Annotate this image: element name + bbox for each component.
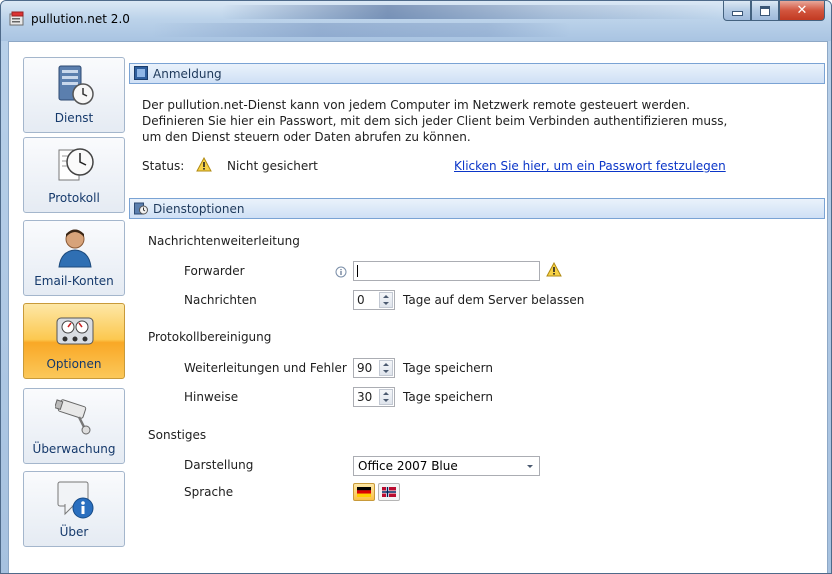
sidebar-item-label: Protokoll — [48, 191, 100, 205]
spin-arrows[interactable] — [379, 292, 393, 308]
log-clock-icon — [58, 148, 94, 181]
hinweise-stepper[interactable]: 30 — [353, 387, 395, 407]
heading-sonstiges: Sonstiges — [148, 428, 207, 442]
sidebar-item-label: Email-Konten — [34, 274, 114, 288]
login-icon — [134, 66, 148, 80]
darstellung-select[interactable]: Office 2007 Blue — [353, 456, 540, 476]
spin-down-icon[interactable] — [383, 302, 389, 305]
spin-arrows[interactable] — [379, 360, 393, 376]
server-clock-icon — [58, 65, 94, 105]
description-line-3: um den Dienst steuern oder Daten abrufen… — [142, 130, 471, 144]
darstellung-value: Office 2007 Blue — [358, 459, 458, 473]
section-title: Anmeldung — [153, 67, 222, 81]
sidebar: Dienst Protokoll Email-Konten Optionen Ü… — [9, 42, 129, 573]
section-title: Dienstoptionen — [153, 202, 245, 216]
heading-protokollbereinigung: Protokollbereinigung — [148, 330, 272, 344]
spin-arrows[interactable] — [379, 389, 393, 405]
heading-nachrichtenweiterleitung: Nachrichtenweiterleitung — [148, 234, 300, 248]
title-bar-glass — [221, 5, 721, 19]
close-button[interactable]: ✕ — [779, 1, 825, 21]
close-icon: ✕ — [796, 3, 808, 18]
status-label: Status: — [142, 159, 185, 173]
sidebar-item-label: Über — [59, 525, 89, 539]
title-bar-glass-lower — [151, 23, 571, 37]
maximize-button[interactable] — [751, 1, 779, 21]
minimize-button[interactable] — [723, 1, 751, 21]
user-icon — [58, 229, 92, 268]
service-options-icon — [134, 202, 148, 215]
set-password-link[interactable]: Klicken Sie hier, um ein Passwort festzu… — [454, 159, 726, 173]
client-area: Dienst Protokoll Email-Konten Optionen Ü… — [8, 41, 828, 573]
sidebar-item-ueber[interactable]: Über — [23, 471, 125, 547]
fehler-suffix: Tage speichern — [403, 361, 494, 375]
hinweise-suffix: Tage speichern — [403, 390, 494, 404]
camera-icon — [55, 399, 91, 435]
norwegian-flag-icon — [382, 487, 396, 497]
nachrichten-label: Nachrichten — [184, 293, 257, 307]
warning-icon — [546, 262, 562, 277]
main-content: Anmeldung Der pullution.net-Dienst kann … — [129, 42, 827, 573]
sidebar-item-protokoll[interactable]: Protokoll — [23, 137, 125, 213]
spin-down-icon[interactable] — [383, 370, 389, 373]
sidebar-item-label: Überwachung — [32, 442, 116, 456]
hinweise-value: 30 — [357, 390, 373, 404]
spin-up-icon[interactable] — [383, 392, 389, 395]
sprache-label: Sprache — [184, 485, 234, 499]
nachrichten-value: 0 — [357, 293, 365, 307]
app-icon[interactable] — [9, 11, 25, 27]
forwarder-input[interactable] — [353, 261, 540, 281]
chevron-down-icon[interactable] — [523, 459, 537, 473]
section-header-dienstoptionen: Dienstoptionen — [129, 198, 825, 219]
fehler-stepper[interactable]: 90 — [353, 358, 395, 378]
status-value: Nicht gesichert — [227, 159, 318, 173]
app-window: pullution.net 2.0 ✕ Dienst Protokoll Ema… — [0, 0, 832, 574]
info-hint-icon[interactable] — [335, 266, 347, 278]
sidebar-item-dienst[interactable]: Dienst — [23, 57, 125, 133]
maximize-icon — [760, 5, 770, 16]
german-flag-icon — [357, 487, 371, 497]
sidebar-item-email-konten[interactable]: Email-Konten — [23, 220, 125, 296]
sidebar-item-label: Optionen — [46, 357, 102, 371]
minimize-icon — [731, 11, 743, 16]
forwarder-label: Forwarder — [184, 264, 245, 278]
language-norwegian-button[interactable] — [378, 483, 400, 501]
description-line-1: Der pullution.net-Dienst kann von jedem … — [142, 98, 690, 112]
language-german-button[interactable] — [353, 483, 375, 501]
section-header-anmeldung: Anmeldung — [129, 63, 825, 84]
info-icon — [57, 481, 94, 519]
fehler-label: Weiterleitungen und Fehler — [184, 361, 347, 375]
spin-up-icon[interactable] — [383, 363, 389, 366]
spin-up-icon[interactable] — [383, 295, 389, 298]
sidebar-item-optionen[interactable]: Optionen — [23, 303, 125, 379]
title-bar[interactable]: pullution.net 2.0 ✕ — [1, 1, 831, 41]
window-title: pullution.net 2.0 — [31, 12, 130, 26]
spin-down-icon[interactable] — [383, 399, 389, 402]
darstellung-label: Darstellung — [184, 458, 254, 472]
caption-buttons: ✕ — [723, 1, 825, 21]
hinweise-label: Hinweise — [184, 390, 239, 404]
sidebar-item-ueberwachung[interactable]: Überwachung — [23, 388, 125, 464]
sidebar-item-label: Dienst — [54, 111, 94, 125]
nachrichten-stepper[interactable]: 0 — [353, 290, 395, 310]
nachrichten-suffix: Tage auf dem Server belassen — [403, 293, 585, 307]
gauges-icon — [56, 317, 94, 345]
description-line-2: Definieren Sie hier ein Passwort, mit de… — [142, 114, 728, 128]
warning-icon — [196, 157, 212, 172]
fehler-value: 90 — [357, 361, 373, 375]
